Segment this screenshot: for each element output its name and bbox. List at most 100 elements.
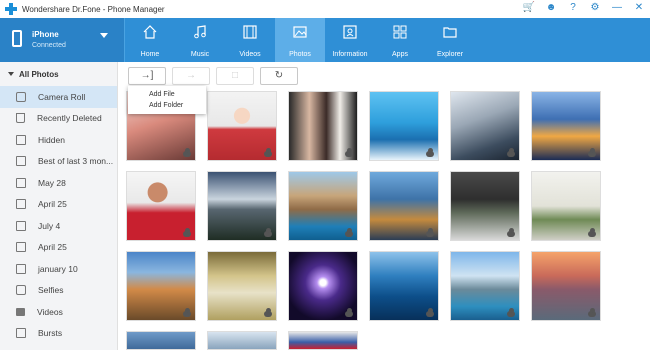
nav-videos[interactable]: Videos (225, 18, 275, 62)
album-icon (16, 263, 26, 274)
sidebar-item-bursts[interactable]: Bursts (0, 323, 117, 345)
cloud-icon (507, 308, 515, 317)
window-controls: 🛒 ☻ ? ⚙ — ✕ (522, 1, 646, 15)
sidebar-item-label: january 10 (38, 263, 78, 274)
delete-button[interactable]: □ (216, 67, 254, 85)
app-title: Wondershare Dr.Fone - Phone Manager (22, 4, 165, 14)
minimize-icon[interactable]: — (610, 1, 624, 15)
chevron-down-icon[interactable] (100, 33, 108, 38)
album-icon (16, 177, 26, 188)
close-icon[interactable]: ✕ (632, 1, 646, 15)
photo-thumbnail[interactable] (369, 91, 439, 161)
sidebar-item-selfies[interactable]: Selfies (0, 280, 117, 302)
sidebar-item-label: May 28 (38, 177, 66, 188)
photo-thumbnail[interactable] (531, 91, 601, 161)
photo-thumbnail[interactable] (207, 251, 277, 321)
cloud-icon (507, 148, 515, 157)
album-icon (16, 242, 26, 253)
refresh-button[interactable]: ↻ (260, 67, 298, 85)
photo-thumbnail[interactable] (288, 331, 358, 350)
sidebar-item-may-28[interactable]: May 28 (0, 172, 117, 194)
photo-thumbnail[interactable] (126, 331, 196, 350)
photo-thumbnail[interactable] (369, 251, 439, 321)
sidebar-item-label: Selfies (38, 285, 64, 296)
album-icon (16, 220, 26, 231)
nav-home[interactable]: Home (125, 18, 175, 62)
photo-thumbnail[interactable] (207, 331, 277, 350)
trash-icon (16, 113, 25, 124)
nav-label: Music (190, 51, 210, 58)
settings-gear-icon[interactable]: ⚙ (588, 1, 602, 15)
photo-thumbnail[interactable] (207, 91, 277, 161)
sidebar-item-april-25-b[interactable]: April 25 (0, 237, 117, 259)
refresh-icon: ↻ (274, 70, 284, 81)
phone-icon (12, 30, 22, 47)
title-bar: Wondershare Dr.Fone - Phone Manager 🛒 ☻ … (0, 0, 650, 18)
nav-label: Photos (289, 51, 311, 58)
sidebar-item-label: April 25 (38, 199, 67, 210)
photo-thumbnail[interactable] (126, 251, 196, 321)
photo-thumbnail[interactable] (369, 171, 439, 241)
cart-icon[interactable]: 🛒 (522, 1, 536, 15)
sidebar-item-label: Videos (37, 306, 63, 317)
photo-thumbnail[interactable] (207, 171, 277, 241)
sidebar-item-january-10[interactable]: january 10 (0, 258, 117, 280)
photo-thumbnail[interactable] (450, 171, 520, 241)
export-icon: → (186, 70, 196, 81)
device-selector[interactable]: iPhone Connected (0, 18, 125, 62)
cloud-icon (183, 308, 191, 317)
sidebar: All Photos Camera Roll Recently Deleted … (0, 62, 118, 350)
cloud-icon (345, 148, 353, 157)
nav-explorer[interactable]: Explorer (425, 18, 475, 62)
action-toolbar: →] → □ ↻ (128, 67, 298, 87)
photo-thumbnail[interactable] (531, 171, 601, 241)
main-nav: Home Music Videos Photos Information App… (125, 18, 475, 62)
photo-thumbnail[interactable] (450, 91, 520, 161)
sidebar-header[interactable]: All Photos (0, 62, 117, 86)
sidebar-item-best-of[interactable]: Best of last 3 mon... (0, 151, 117, 173)
video-icon (16, 307, 25, 316)
help-icon[interactable]: ? (566, 1, 580, 15)
photo-thumbnail[interactable] (531, 251, 601, 321)
photo-thumbnail[interactable] (288, 91, 358, 161)
contact-card-icon (343, 25, 357, 39)
photo-thumbnail[interactable] (288, 251, 358, 321)
cloud-icon (264, 228, 272, 237)
menu-item-add-file[interactable]: Add File (128, 89, 206, 100)
sidebar-item-july-4[interactable]: July 4 (0, 215, 117, 237)
photo-thumbnail[interactable] (126, 171, 196, 241)
cloud-icon (426, 148, 434, 157)
nav-label: Home (140, 51, 160, 58)
user-icon[interactable]: ☻ (544, 1, 558, 15)
photo-thumbnail[interactable] (288, 171, 358, 241)
sidebar-item-recently-deleted[interactable]: Recently Deleted (0, 108, 117, 130)
sidebar-item-label: Hidden (38, 134, 65, 145)
sidebar-item-april-25[interactable]: April 25 (0, 194, 117, 216)
export-button[interactable]: → (172, 67, 210, 85)
sidebar-item-hidden[interactable]: Hidden (0, 129, 117, 151)
nav-music[interactable]: Music (175, 18, 225, 62)
cloud-icon (588, 148, 596, 157)
album-icon (16, 134, 26, 145)
top-toolbar: iPhone Connected Home Music Videos Photo… (0, 18, 650, 62)
device-name: iPhone (32, 30, 59, 39)
sidebar-item-camera-roll[interactable]: Camera Roll (0, 86, 117, 108)
drfone-logo-icon (4, 2, 18, 16)
album-icon (16, 328, 26, 339)
home-icon (143, 25, 157, 39)
sidebar-item-label: Best of last 3 mon... (38, 156, 114, 167)
video-icon (243, 25, 257, 39)
add-button[interactable]: →] (128, 67, 166, 85)
sidebar-item-label: April 25 (38, 242, 67, 253)
apps-grid-icon (393, 25, 407, 39)
photo-thumbnail[interactable] (450, 251, 520, 321)
folder-icon (443, 27, 457, 38)
cloud-icon (588, 228, 596, 237)
nav-apps[interactable]: Apps (375, 18, 425, 62)
nav-photos[interactable]: Photos (275, 18, 325, 62)
menu-item-add-folder[interactable]: Add Folder (128, 100, 206, 111)
sidebar-item-videos[interactable]: Videos (0, 301, 117, 323)
cloud-icon (183, 148, 191, 157)
cloud-icon (345, 308, 353, 317)
nav-information[interactable]: Information (325, 18, 375, 62)
